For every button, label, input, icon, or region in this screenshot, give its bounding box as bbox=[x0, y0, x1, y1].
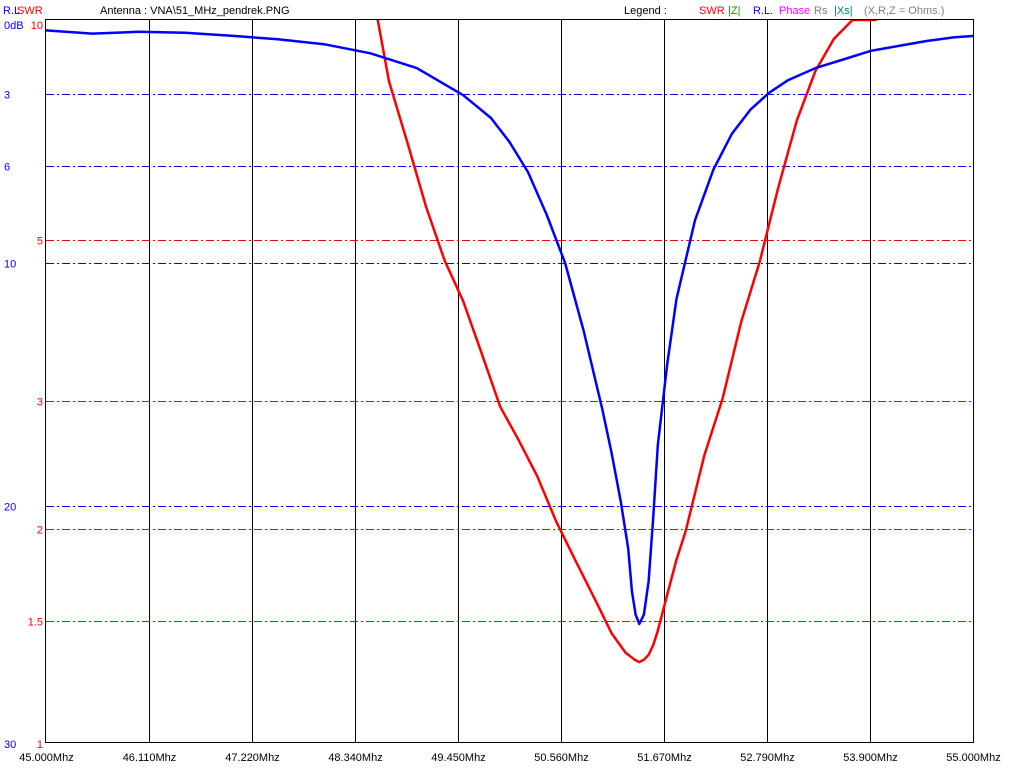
x-tick-label: 47.220Mhz bbox=[225, 752, 279, 764]
x-tick-label: 55.000Mhz bbox=[946, 752, 1000, 764]
swr-axis-header: SWR bbox=[17, 5, 43, 17]
rl-tick-label: 30 bbox=[4, 739, 16, 751]
x-tick-label: 46.110Mhz bbox=[123, 752, 177, 764]
swr-tick-label: 2 bbox=[37, 525, 43, 537]
legend-item-xs: |Xs| bbox=[834, 5, 853, 17]
file-title: Antenna : VNA\51_MHz_pendrek.PNG bbox=[100, 5, 290, 17]
legend-item-swr: SWR bbox=[699, 5, 725, 17]
legend-label: Legend : bbox=[624, 5, 667, 17]
legend-item-rl: R.L. bbox=[753, 5, 773, 17]
x-tick-label: 48.340Mhz bbox=[328, 752, 382, 764]
rl-tick-label: 0dB bbox=[4, 20, 24, 32]
swr-tick-label: 10 bbox=[31, 20, 43, 32]
x-tick-label: 53.900Mhz bbox=[843, 752, 897, 764]
legend-item-phase: Phase bbox=[779, 5, 810, 17]
series-line-swr bbox=[376, 20, 877, 664]
legend-item-z: |Z| bbox=[728, 5, 740, 17]
series-line-rl bbox=[46, 29, 973, 626]
rl-tick-label: 3 bbox=[4, 90, 10, 102]
swr-tick-label: 3 bbox=[37, 397, 43, 409]
x-tick-label: 45.000Mhz bbox=[19, 752, 73, 764]
rl-tick-label: 20 bbox=[4, 502, 16, 514]
chart-canvas: R.L SWR Antenna : VNA\51_MHz_pendrek.PNG… bbox=[3, 5, 1001, 764]
x-tick-label: 49.450Mhz bbox=[431, 752, 485, 764]
x-tick-label: 51.670Mhz bbox=[637, 752, 691, 764]
rl-tick-label: 10 bbox=[4, 259, 16, 271]
legend-item-rs: Rs bbox=[814, 5, 828, 17]
swr-tick-label: 1.5 bbox=[28, 617, 43, 629]
series-lines bbox=[46, 20, 973, 664]
swr-tick-label: 5 bbox=[37, 236, 43, 248]
plot-frame bbox=[45, 19, 974, 743]
rl-tick-label: 6 bbox=[4, 162, 10, 174]
legend-note-ohms: (X,R,Z = Ohms.) bbox=[864, 5, 944, 17]
x-tick-label: 52.790Mhz bbox=[740, 752, 794, 764]
swr-tick-label: 1 bbox=[37, 739, 43, 751]
grid-lines bbox=[46, 20, 973, 742]
x-tick-label: 50.560Mhz bbox=[534, 752, 588, 764]
